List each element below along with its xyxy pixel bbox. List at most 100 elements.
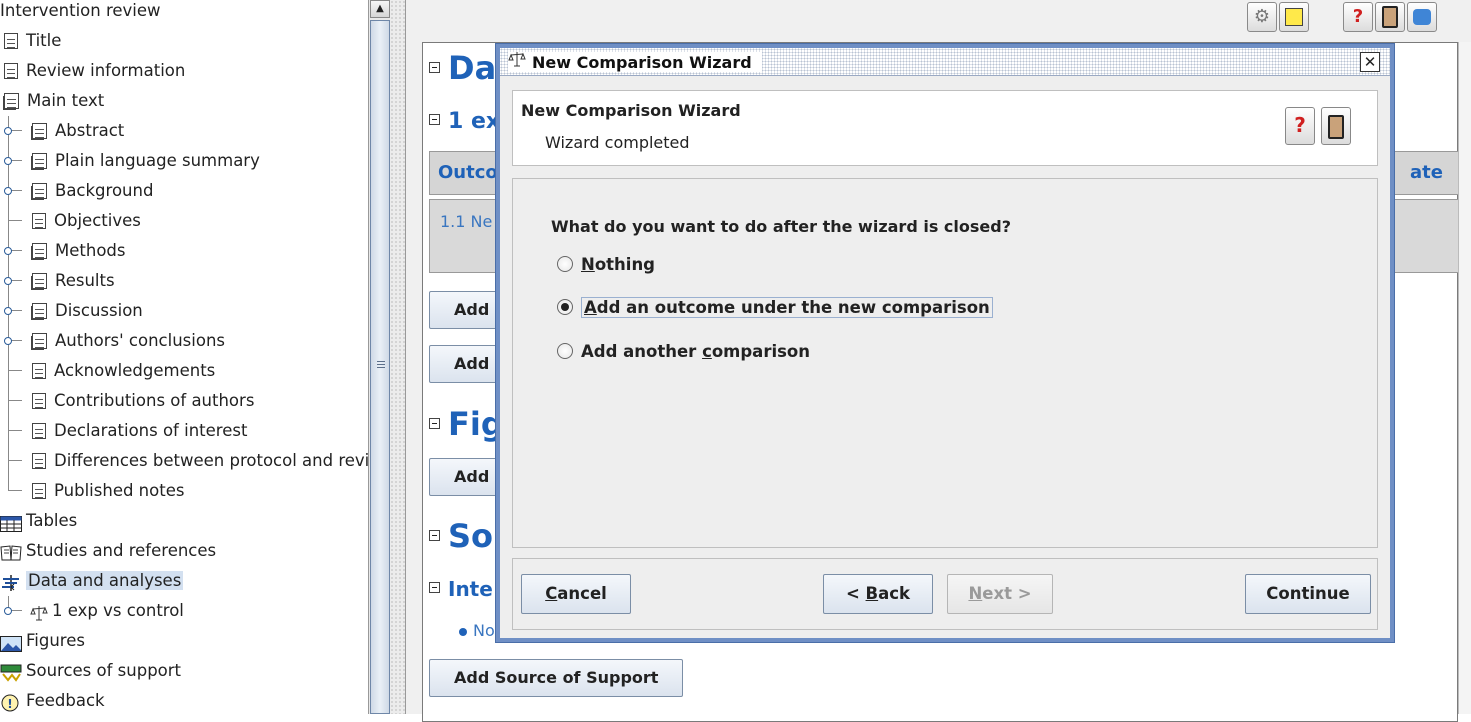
next-button[interactable]: Next > [947, 574, 1053, 614]
section-title: 1 ex [448, 109, 501, 134]
table-icon [0, 512, 22, 532]
section-sources-of-support[interactable]: So [429, 517, 493, 555]
tree-item-plain-language-summary[interactable]: Plain language summary [32, 146, 260, 176]
document-icon [32, 362, 46, 379]
tree-item-published-notes[interactable]: Published notes [32, 476, 184, 506]
tree-item-methods[interactable]: Methods [32, 236, 125, 266]
tree-item-label: Results [55, 271, 115, 290]
tree-item-feedback[interactable]: ! Feedback [0, 686, 105, 714]
tree-item-authors-conclusions[interactable]: Authors' conclusions [32, 326, 225, 356]
tree-connector [0, 446, 22, 476]
table-cell-outcome[interactable]: 1.1 Ne [440, 212, 492, 231]
tree-scrollbar[interactable]: ▲ [368, 0, 390, 714]
document-icon [32, 482, 46, 499]
wizard-button[interactable]: ⚙ [1247, 2, 1277, 32]
close-icon[interactable]: ✕ [1360, 52, 1380, 72]
radio-button[interactable] [557, 342, 573, 359]
tree-item-label: Data and analyses [26, 571, 184, 590]
scales-icon [508, 50, 526, 73]
document-icon [32, 422, 46, 439]
radio-button[interactable] [557, 255, 573, 272]
scroll-up-arrow-icon[interactable]: ▲ [370, 0, 390, 18]
tree-root-label: Intervention review [0, 1, 161, 20]
tree-connector [0, 146, 22, 176]
expand-handle-icon[interactable] [4, 247, 12, 255]
wizard-icon: ⚙ [1253, 6, 1271, 27]
expand-handle-icon[interactable] [4, 187, 12, 195]
expand-handle-icon[interactable] [4, 307, 12, 315]
tree-item-data-and-analyses[interactable]: Data and analyses [0, 566, 184, 596]
new-comparison-wizard-dialog: New Comparison Wizard ✕ New Comparison W… [496, 44, 1394, 642]
expand-handle-icon[interactable] [4, 157, 12, 165]
collapse-toggle-icon[interactable] [429, 582, 440, 593]
book-button[interactable] [1375, 2, 1405, 32]
list-item-text: No [473, 621, 495, 640]
section-internal-sources[interactable]: Inte [429, 577, 493, 601]
tree-item-label: Main text [27, 91, 105, 110]
tree-item-declarations[interactable]: Declarations of interest [32, 416, 247, 446]
tree-item-tables[interactable]: Tables [0, 506, 77, 536]
tree-item-comparison[interactable]: 1 exp vs control [30, 596, 184, 626]
section-comparison[interactable]: 1 ex [429, 109, 500, 134]
tree-root[interactable]: Intervention review [0, 0, 161, 26]
documents-icon [32, 272, 47, 289]
tree-item-studies[interactable]: Studies and references [0, 536, 216, 566]
section-figures[interactable]: Fig [429, 405, 504, 443]
collapse-toggle-icon[interactable] [429, 61, 440, 73]
back-button[interactable]: < Back [823, 574, 933, 614]
tree-item-label: 1 exp vs control [52, 601, 184, 620]
expand-handle-icon[interactable] [4, 337, 12, 345]
document-icon [32, 212, 46, 229]
book-button[interactable] [1321, 107, 1351, 145]
help-button[interactable]: ? [1285, 107, 1315, 145]
tree-connector [0, 326, 22, 356]
collapse-toggle-icon[interactable] [429, 529, 440, 541]
tree-item-main-text[interactable]: Main text [4, 86, 104, 116]
outline-tree[interactable]: Intervention review Title Review informa… [0, 0, 368, 714]
tree-item-differences[interactable]: Differences between protocol and revi [32, 446, 368, 476]
tree-connector [0, 266, 22, 296]
open-book-icon [0, 542, 22, 560]
tree-item-title[interactable]: Title [4, 26, 61, 56]
pane-splitter[interactable] [390, 0, 406, 714]
documents-icon [32, 122, 47, 139]
radio-button-selected[interactable] [557, 298, 573, 315]
tree-item-sources-of-support[interactable]: Sources of support [0, 656, 181, 686]
dialog-title-bar[interactable]: New Comparison Wizard ✕ [500, 48, 1390, 76]
tree-connector [0, 596, 22, 626]
section-title: Inte [448, 577, 493, 601]
add-source-of-support-button[interactable]: Add Source of Support [429, 659, 684, 697]
tree-item-contributions[interactable]: Contributions of authors [32, 386, 254, 416]
expand-handle-icon[interactable] [4, 607, 12, 615]
tree-connector [0, 386, 22, 416]
note-button[interactable] [1279, 2, 1309, 32]
tree-item-background[interactable]: Background [32, 176, 153, 206]
tree-item-abstract[interactable]: Abstract [32, 116, 124, 146]
tree-item-objectives[interactable]: Objectives [32, 206, 141, 236]
tree-item-label: Discussion [55, 301, 143, 320]
book-icon [1382, 6, 1398, 28]
support-icon [0, 662, 22, 682]
section-data-and-analyses[interactable]: Da [429, 49, 496, 87]
tree-item-label: Methods [55, 241, 126, 260]
cancel-button[interactable]: Cancel [521, 574, 631, 614]
expand-handle-icon[interactable] [4, 127, 12, 135]
tree-item-discussion[interactable]: Discussion [32, 296, 143, 326]
radio-add-another-comparison[interactable]: Add another comparison [557, 338, 810, 366]
tree-item-figures[interactable]: Figures [0, 626, 85, 656]
scrollbar-thumb[interactable] [370, 20, 390, 714]
feedback-icon: ! [0, 692, 20, 711]
tree-item-acknowledgements[interactable]: Acknowledgements [32, 356, 215, 386]
collapse-toggle-icon[interactable] [429, 417, 440, 429]
document-scrollbar[interactable] [1458, 42, 1471, 714]
continue-button[interactable]: Continue [1245, 574, 1371, 614]
tree-item-review-information[interactable]: Review information [4, 56, 185, 86]
expand-handle-icon[interactable] [4, 277, 12, 285]
radio-nothing[interactable]: Nothing [557, 251, 655, 279]
list-item[interactable]: No [459, 621, 495, 640]
help-button[interactable]: ? [1343, 2, 1373, 32]
info-button[interactable] [1407, 2, 1437, 32]
collapse-toggle-icon[interactable] [429, 113, 440, 125]
tree-item-results[interactable]: Results [32, 266, 115, 296]
radio-add-outcome[interactable]: Add an outcome under the new comparison [557, 294, 993, 322]
